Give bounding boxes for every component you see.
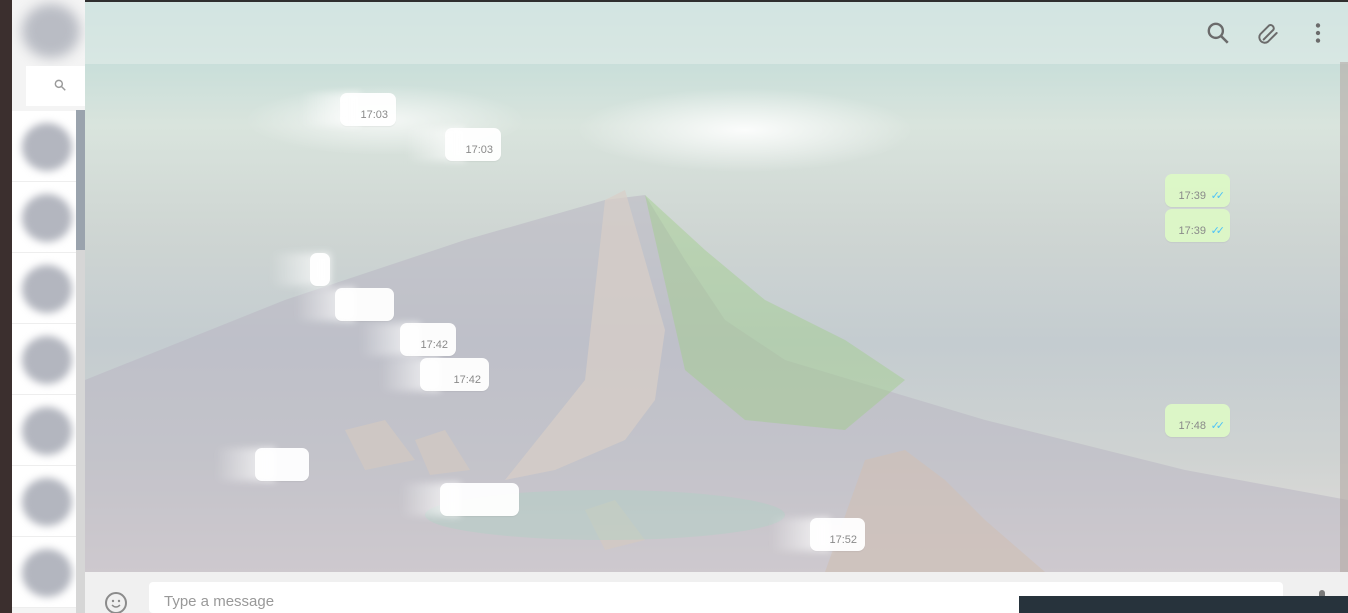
message-bubble-incoming[interactable]: 17:52 xyxy=(770,518,865,551)
message-bubble-outgoing[interactable]: 17:48 ✓✓ xyxy=(1165,404,1230,437)
avatar xyxy=(22,194,72,242)
conversation-panel: 17:03 17:03 17:39 ✓✓ 17:39 ✓✓ 17:42 17:4… xyxy=(85,0,1348,613)
message-bubble-incoming[interactable] xyxy=(270,253,330,286)
message-composer xyxy=(85,572,1348,613)
message-time: 17:52 xyxy=(829,534,857,546)
message-time: 17:42 xyxy=(420,339,448,351)
read-ticks-icon: ✓✓ xyxy=(1210,190,1226,202)
message-bubble-outgoing[interactable]: 17:39 ✓✓ xyxy=(1165,174,1230,207)
menu-icon[interactable] xyxy=(1305,20,1331,46)
chat-list-item[interactable] xyxy=(12,111,76,182)
avatar xyxy=(22,265,72,313)
message-bubble-outgoing[interactable]: 17:39 ✓✓ xyxy=(1165,209,1230,242)
message-bubble-incoming[interactable] xyxy=(400,483,519,516)
avatar xyxy=(22,407,72,455)
mountain-wallpaper-image xyxy=(85,190,1348,572)
emoji-icon[interactable] xyxy=(105,592,127,613)
chat-list-item[interactable] xyxy=(12,537,76,608)
chat-list-item[interactable] xyxy=(12,182,76,253)
read-ticks-icon: ✓✓ xyxy=(1210,225,1226,237)
message-time: 17:48 xyxy=(1178,420,1206,432)
message-bubble-incoming[interactable]: 17:03 xyxy=(405,128,501,161)
sidebar-scrollbar-thumb[interactable] xyxy=(76,110,85,250)
chat-list-item[interactable] xyxy=(12,324,76,395)
read-ticks-icon: ✓✓ xyxy=(1210,420,1226,432)
message-bubble-incoming[interactable]: 17:03 xyxy=(300,93,396,126)
conversation-header xyxy=(85,0,1348,64)
profile-avatar[interactable] xyxy=(22,4,80,58)
search-icon[interactable] xyxy=(1205,20,1231,46)
conversation-scrollbar[interactable] xyxy=(1340,62,1348,572)
message-bubble-incoming[interactable] xyxy=(295,288,394,321)
message-bubble-incoming[interactable]: 17:42 xyxy=(380,358,489,391)
message-time: 17:39 xyxy=(1178,225,1206,237)
attach-icon[interactable] xyxy=(1255,20,1281,46)
message-time: 17:39 xyxy=(1178,190,1206,202)
chat-list-item[interactable] xyxy=(12,466,76,537)
avatar xyxy=(22,336,72,384)
chat-list-item[interactable] xyxy=(12,395,76,466)
avatar xyxy=(22,478,72,526)
avatar xyxy=(22,549,72,597)
notification-bar xyxy=(1019,596,1348,613)
message-time: 17:03 xyxy=(465,144,493,156)
message-time: 17:42 xyxy=(453,374,481,386)
message-bubble-incoming[interactable]: 17:42 xyxy=(360,323,456,356)
search-icon xyxy=(54,79,66,91)
search-chats-field[interactable] xyxy=(26,66,85,106)
chat-list-item[interactable] xyxy=(12,253,76,324)
chat-list-sidebar xyxy=(12,0,85,613)
avatar xyxy=(22,123,72,171)
message-bubble-incoming[interactable] xyxy=(215,448,309,481)
message-time: 17:03 xyxy=(360,109,388,121)
